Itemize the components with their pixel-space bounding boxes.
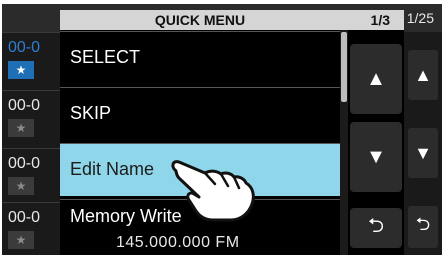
memory-row[interactable]: 00-0 ★ bbox=[2, 202, 62, 253]
menu-up-button[interactable]: ▲ bbox=[350, 44, 402, 114]
quick-menu-titlebar: QUICK MENU 1/3 bbox=[60, 10, 404, 30]
scrollbar-thumb[interactable] bbox=[341, 32, 347, 102]
down-arrow-icon: ▼ bbox=[366, 145, 386, 168]
menu-down-button[interactable]: ▼ bbox=[350, 122, 402, 192]
menu-item-label: SELECT bbox=[70, 47, 141, 67]
memory-channel: 00-0 bbox=[8, 209, 41, 226]
menu-item-skip[interactable]: SKIP bbox=[60, 87, 340, 140]
memory-channel: 00-0 bbox=[8, 155, 41, 172]
star-icon: ★ bbox=[8, 119, 34, 137]
up-arrow-icon: ▲ bbox=[366, 67, 386, 90]
screen-frame: 1/25 00-0 ★ 00-0 ★ 00-0 ★ 00-0 ★ ▲ ▼ ⮌ Q… bbox=[0, 0, 444, 257]
memory-write-frequency: 145.000.000 FM bbox=[116, 234, 240, 251]
star-icon: ★ bbox=[8, 61, 34, 79]
list-up-button[interactable]: ▲ bbox=[408, 50, 438, 100]
list-back-button[interactable]: ⮌ bbox=[408, 206, 438, 248]
star-icon: ★ bbox=[8, 177, 34, 195]
menu-item-select[interactable]: SELECT bbox=[60, 31, 340, 84]
memory-row[interactable]: 00-0 ★ bbox=[2, 32, 62, 83]
memory-row[interactable]: 00-0 ★ bbox=[2, 148, 62, 199]
quick-menu-page: 1/3 bbox=[370, 12, 390, 28]
menu-item-label: Edit Name bbox=[70, 159, 155, 179]
back-arrow-icon: ⮌ bbox=[367, 215, 385, 237]
memory-row[interactable]: 00-0 ★ bbox=[2, 90, 62, 141]
menu-item-label: SKIP bbox=[70, 103, 112, 123]
star-icon: ★ bbox=[8, 231, 34, 249]
menu-scrollbar[interactable] bbox=[340, 30, 348, 255]
menu-back-button[interactable]: ⮌ bbox=[350, 208, 402, 248]
list-page-count: 1/25 bbox=[406, 10, 434, 26]
quick-menu-title: QUICK MENU bbox=[154, 12, 246, 28]
memory-channel: 00-0 bbox=[8, 97, 41, 114]
list-down-button[interactable]: ▼ bbox=[408, 128, 438, 178]
memory-channel: 00-0 bbox=[8, 39, 41, 56]
pointing-hand-icon bbox=[171, 160, 255, 222]
